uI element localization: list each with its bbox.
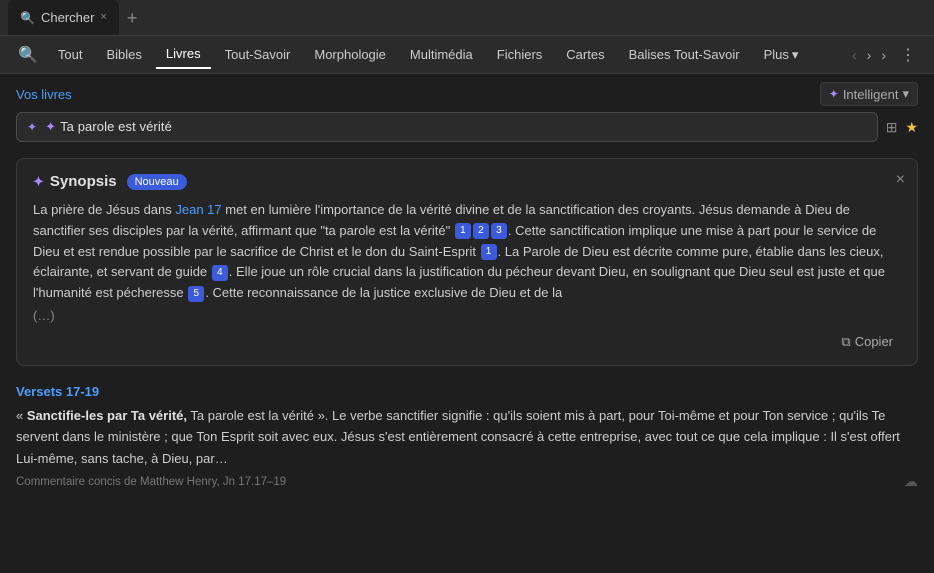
nav-item-balises[interactable]: Balises Tout-Savoir: [619, 41, 750, 68]
synopsis-header: ✦ Synopsis Nouveau: [33, 173, 901, 190]
synopsis-card: ✦ Synopsis Nouveau × La prière de Jésus …: [16, 158, 918, 366]
search-box[interactable]: ✦ ✦Ta parole est vérité: [16, 112, 878, 142]
cloud-icon: ☁: [904, 473, 918, 490]
versets-section-title[interactable]: Versets 17-19: [16, 384, 918, 399]
nav-item-plus[interactable]: Plus ▾: [754, 41, 809, 69]
tab-bar: 🔍 Chercher × +: [0, 0, 934, 36]
star-icon[interactable]: ★: [905, 119, 918, 136]
nav-item-tout-savoir[interactable]: Tout-Savoir: [215, 41, 301, 68]
nav-arrows: ‹ › ›: [848, 45, 890, 65]
nouveau-badge: Nouveau: [127, 174, 187, 190]
ref-badge-2[interactable]: 2: [473, 223, 489, 239]
nav-bar: 🔍 Tout Bibles Livres Tout-Savoir Morphol…: [0, 36, 934, 74]
jean17-link[interactable]: Jean 17: [175, 202, 221, 217]
spark-search-icon: ✦: [27, 120, 37, 134]
nav-item-bibles[interactable]: Bibles: [97, 41, 152, 68]
ref-badge-4[interactable]: 1: [481, 244, 497, 260]
intelligent-button[interactable]: ✦ Intelligent ▾: [820, 82, 918, 106]
nav-item-fichiers[interactable]: Fichiers: [487, 41, 553, 68]
ref-badge-5[interactable]: 4: [212, 265, 228, 281]
synopsis-ellipsis: (…): [33, 308, 901, 323]
ref-badge-6[interactable]: 5: [188, 286, 204, 302]
versets-source: Commentaire concis de Matthew Henry, Jn …: [16, 473, 918, 490]
search-row: ✦ ✦Ta parole est vérité ⊞ ★: [0, 112, 934, 150]
synopsis-footer: ⧉ Copier: [33, 331, 901, 353]
nav-arrow-right[interactable]: ›: [863, 45, 876, 65]
spark-icon: ✦: [829, 87, 839, 101]
nav-item-cartes[interactable]: Cartes: [556, 41, 614, 68]
search-text: ✦Ta parole est vérité: [43, 119, 867, 135]
nav-arrow-right2[interactable]: ›: [877, 45, 890, 65]
content-area: Vos livres ✦ Intelligent ▾ ✦ ✦Ta parole …: [0, 74, 934, 573]
intelligent-label: Intelligent: [843, 87, 899, 102]
nav-item-tout[interactable]: Tout: [48, 41, 93, 68]
grid-icon[interactable]: ⊞: [886, 119, 898, 136]
synopsis-spark-icon: ✦: [33, 174, 44, 190]
nav-more-icon[interactable]: ⋮: [894, 41, 922, 69]
nav-arrow-left[interactable]: ‹: [848, 45, 861, 65]
tab-close-icon[interactable]: ×: [100, 12, 106, 23]
copy-button[interactable]: ⧉ Copier: [833, 331, 901, 353]
menu-icon[interactable]: 🔍: [12, 41, 44, 69]
search-actions: ⊞ ★: [886, 119, 918, 136]
synopsis-body: La prière de Jésus dans Jean 17 met en l…: [33, 200, 901, 304]
synopsis-close-icon[interactable]: ×: [896, 171, 905, 189]
search-icon: 🔍: [20, 11, 35, 25]
synopsis-title: ✦ Synopsis: [33, 173, 117, 190]
nav-item-multimedia[interactable]: Multimédia: [400, 41, 483, 68]
vos-livres-link[interactable]: Vos livres: [16, 87, 72, 102]
content-topbar: Vos livres ✦ Intelligent ▾: [0, 74, 934, 112]
nav-item-livres[interactable]: Livres: [156, 40, 211, 69]
chevron-down-icon: ▾: [792, 47, 799, 63]
tab-add-button[interactable]: +: [119, 9, 146, 27]
results-area: Versets 17-19 « Sanctifie-les par Ta vér…: [0, 374, 934, 573]
versets-block: Versets 17-19 « Sanctifie-les par Ta vér…: [16, 384, 918, 490]
copy-icon: ⧉: [841, 334, 850, 350]
tab-label: Chercher: [41, 10, 94, 25]
versets-text: « Sanctifie-les par Ta vérité, Ta parole…: [16, 405, 918, 469]
chevron-down-icon2: ▾: [902, 86, 909, 102]
ref-badge-3[interactable]: 3: [491, 223, 507, 239]
nav-item-morphologie[interactable]: Morphologie: [304, 41, 396, 68]
tab-chercher[interactable]: 🔍 Chercher ×: [8, 0, 119, 35]
ref-badge-1[interactable]: 1: [455, 223, 471, 239]
